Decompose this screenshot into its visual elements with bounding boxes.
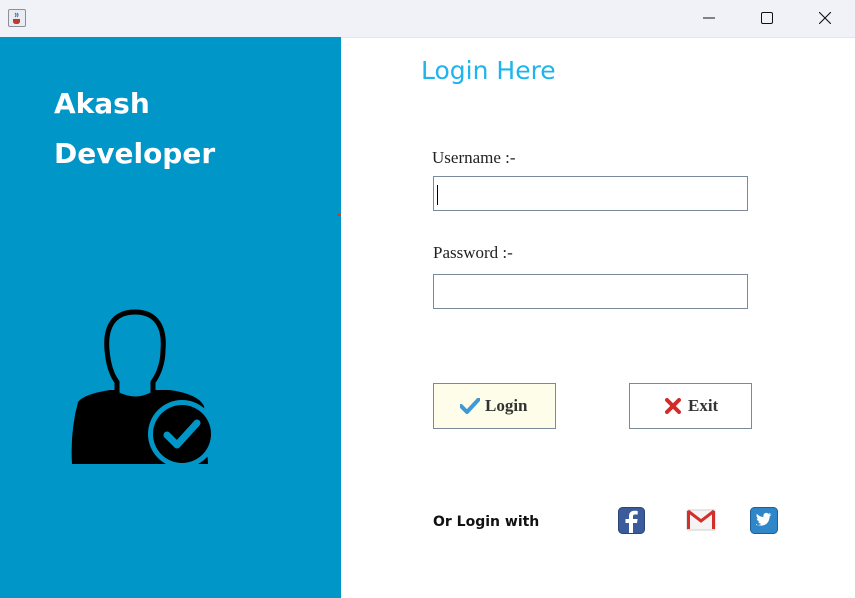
branding-panel: Akash Developer [0, 37, 341, 598]
divider-marker [337, 214, 341, 216]
checkmark-icon [460, 398, 480, 414]
username-label: Username :- [432, 148, 516, 167]
social-login-text: Or Login with [433, 514, 540, 530]
username-field[interactable] [433, 176, 748, 211]
password-field[interactable] [433, 274, 748, 309]
maximize-button[interactable] [738, 0, 796, 37]
login-title: Login Here [421, 56, 556, 85]
brand-name-line1: Akash [54, 87, 150, 120]
close-button[interactable] [796, 0, 854, 37]
java-cup-icon[interactable] [8, 9, 26, 27]
exit-button[interactable]: Exit [629, 383, 752, 429]
close-icon [819, 12, 831, 24]
red-x-icon [665, 398, 681, 414]
minimize-button[interactable] [680, 0, 738, 37]
exit-button-label: Exit [688, 396, 719, 415]
login-button-label: Login [485, 396, 528, 415]
twitter-icon[interactable] [750, 507, 778, 534]
minimize-icon [703, 17, 715, 19]
title-bar [0, 0, 855, 38]
facebook-icon[interactable] [618, 507, 645, 534]
text-caret [437, 185, 438, 205]
verified-user-icon [71, 309, 216, 468]
maximize-icon [761, 12, 773, 24]
login-button[interactable]: Login [433, 383, 556, 429]
brand-name-line2: Developer [54, 137, 216, 170]
password-label: Password :- [433, 243, 513, 262]
gmail-icon[interactable] [686, 509, 716, 531]
